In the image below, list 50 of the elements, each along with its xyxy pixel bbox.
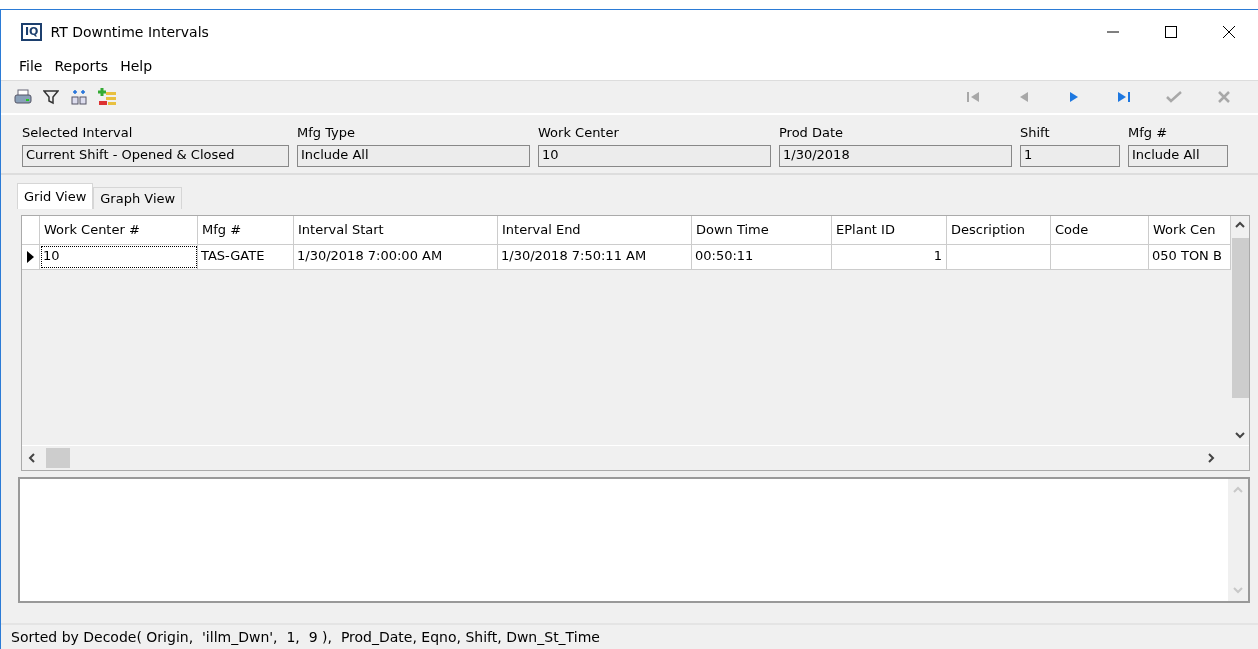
filter-icon[interactable] [43,89,59,105]
column-header[interactable]: Code [1051,216,1149,244]
table-cell: 10 [40,245,198,269]
filter-field[interactable]: 10 [538,145,771,167]
column-header[interactable]: EPlant ID [832,216,947,244]
menu-item[interactable]: File [15,58,47,74]
notes-box[interactable] [18,477,1250,603]
filter-label: Mfg Type [297,125,357,140]
scrollbar-thumb[interactable] [46,448,70,468]
tab[interactable]: Graph View [93,187,183,209]
app-logo: IQ [21,23,43,41]
menu-item[interactable]: Reports [50,58,113,74]
column-header[interactable]: Down Time [692,216,832,244]
next-record-icon[interactable] [1069,91,1079,103]
filter-label: Prod Date [779,125,845,140]
filter-field[interactable]: 1 [1020,145,1120,167]
maximize-icon[interactable] [1165,26,1177,38]
tab[interactable]: Grid View [17,183,94,209]
column-header[interactable]: Interval Start [294,216,498,244]
scroll-left-icon[interactable] [28,453,36,463]
status-text: Sorted by Decode( Origin, 'illm_Dwn', 1, 9 ), Prod_Date, Eqno, Shift, Dwn_St_Time [11,629,600,645]
scrollbar-thumb[interactable] [1231,238,1249,398]
columns-icon[interactable] [70,89,88,105]
scroll-right-icon[interactable] [1207,453,1215,463]
filter-field[interactable]: Current Shift - Opened & Closed [22,145,289,167]
menu-item[interactable]: Help [116,58,157,74]
table-cell: 1 [832,245,947,269]
column-header[interactable]: Description [947,216,1051,244]
column-header[interactable]: Interval End [498,216,692,244]
scroll-up-icon[interactable] [1235,220,1245,228]
filter-label: Shift [1020,125,1051,140]
table-cell: 00:50:11 [692,245,832,269]
close-icon[interactable] [1223,26,1235,38]
column-header[interactable]: Mfg # [198,216,294,244]
filter-field[interactable]: Include All [297,145,530,167]
filter-label: Selected Interval [22,125,134,140]
window-title: RT Downtime Intervals [50,24,210,40]
horizontal-scrollbar[interactable] [22,445,1249,470]
printer-icon[interactable] [14,89,32,105]
table-cell: 1/30/2018 7:00:00 AM [294,245,498,269]
column-header[interactable]: Work Center # [40,216,198,244]
filter-label: Mfg # [1128,125,1169,140]
add-list-icon[interactable] [98,88,116,106]
filter-field[interactable]: 1/30/2018 [779,145,1012,167]
last-record-icon[interactable] [1117,91,1131,103]
filter-label: Work Center [538,125,620,140]
filter-field[interactable]: Include All [1128,145,1228,167]
scroll-down-icon[interactable] [1235,432,1245,440]
table-cell: 1/30/2018 7:50:11 AM [498,245,692,269]
table-cell: TAS-GATE [198,245,294,269]
